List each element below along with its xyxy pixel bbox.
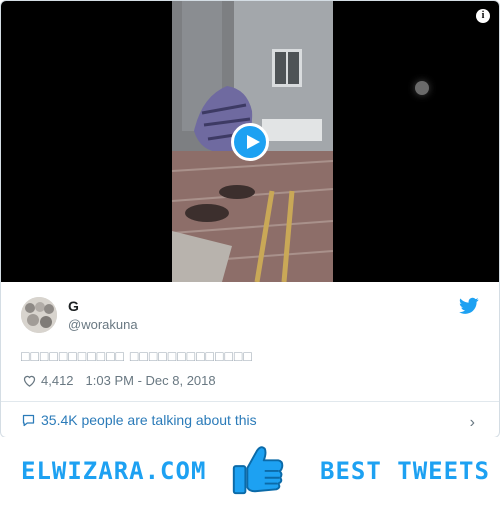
light-glare	[415, 81, 429, 95]
embedded-tweet-card: i G @worakuna □□□□□□□□□□□ □□□□□□□□□□□□□ …	[0, 0, 500, 438]
avatar[interactable]	[21, 297, 57, 333]
play-icon[interactable]	[231, 123, 269, 161]
video-player[interactable]: i	[1, 1, 499, 282]
banner-tagline: BEST TWEETS	[320, 457, 490, 485]
divider	[1, 401, 499, 402]
info-icon[interactable]: i	[476, 9, 490, 23]
promo-banner: ELWIZARA.COM BEST TWEETS	[0, 437, 500, 511]
heart-icon[interactable]	[22, 373, 37, 388]
like-count[interactable]: 4,412	[41, 373, 74, 388]
comment-bubble-icon	[22, 414, 35, 426]
author-handle[interactable]: @worakuna	[68, 317, 138, 332]
thumbs-up-icon	[232, 446, 284, 495]
chevron-right-icon[interactable]: ›	[470, 414, 475, 432]
tweet-timestamp[interactable]: 1:03 PM - Dec 8, 2018	[86, 373, 216, 388]
author-name[interactable]: G	[68, 298, 79, 314]
site-name[interactable]: ELWIZARA.COM	[21, 457, 206, 485]
tweet-author[interactable]: G @worakuna	[21, 297, 461, 333]
talking-about-text[interactable]: 35.4K people are talking about this	[41, 412, 257, 428]
twitter-bird-icon[interactable]	[459, 297, 479, 315]
tweet-meta: 4,412 1:03 PM - Dec 8, 2018	[22, 373, 216, 388]
tweet-text: □□□□□□□□□□□ □□□□□□□□□□□□□	[21, 348, 253, 364]
talking-about-link[interactable]: 35.4K people are talking about this	[21, 412, 257, 428]
